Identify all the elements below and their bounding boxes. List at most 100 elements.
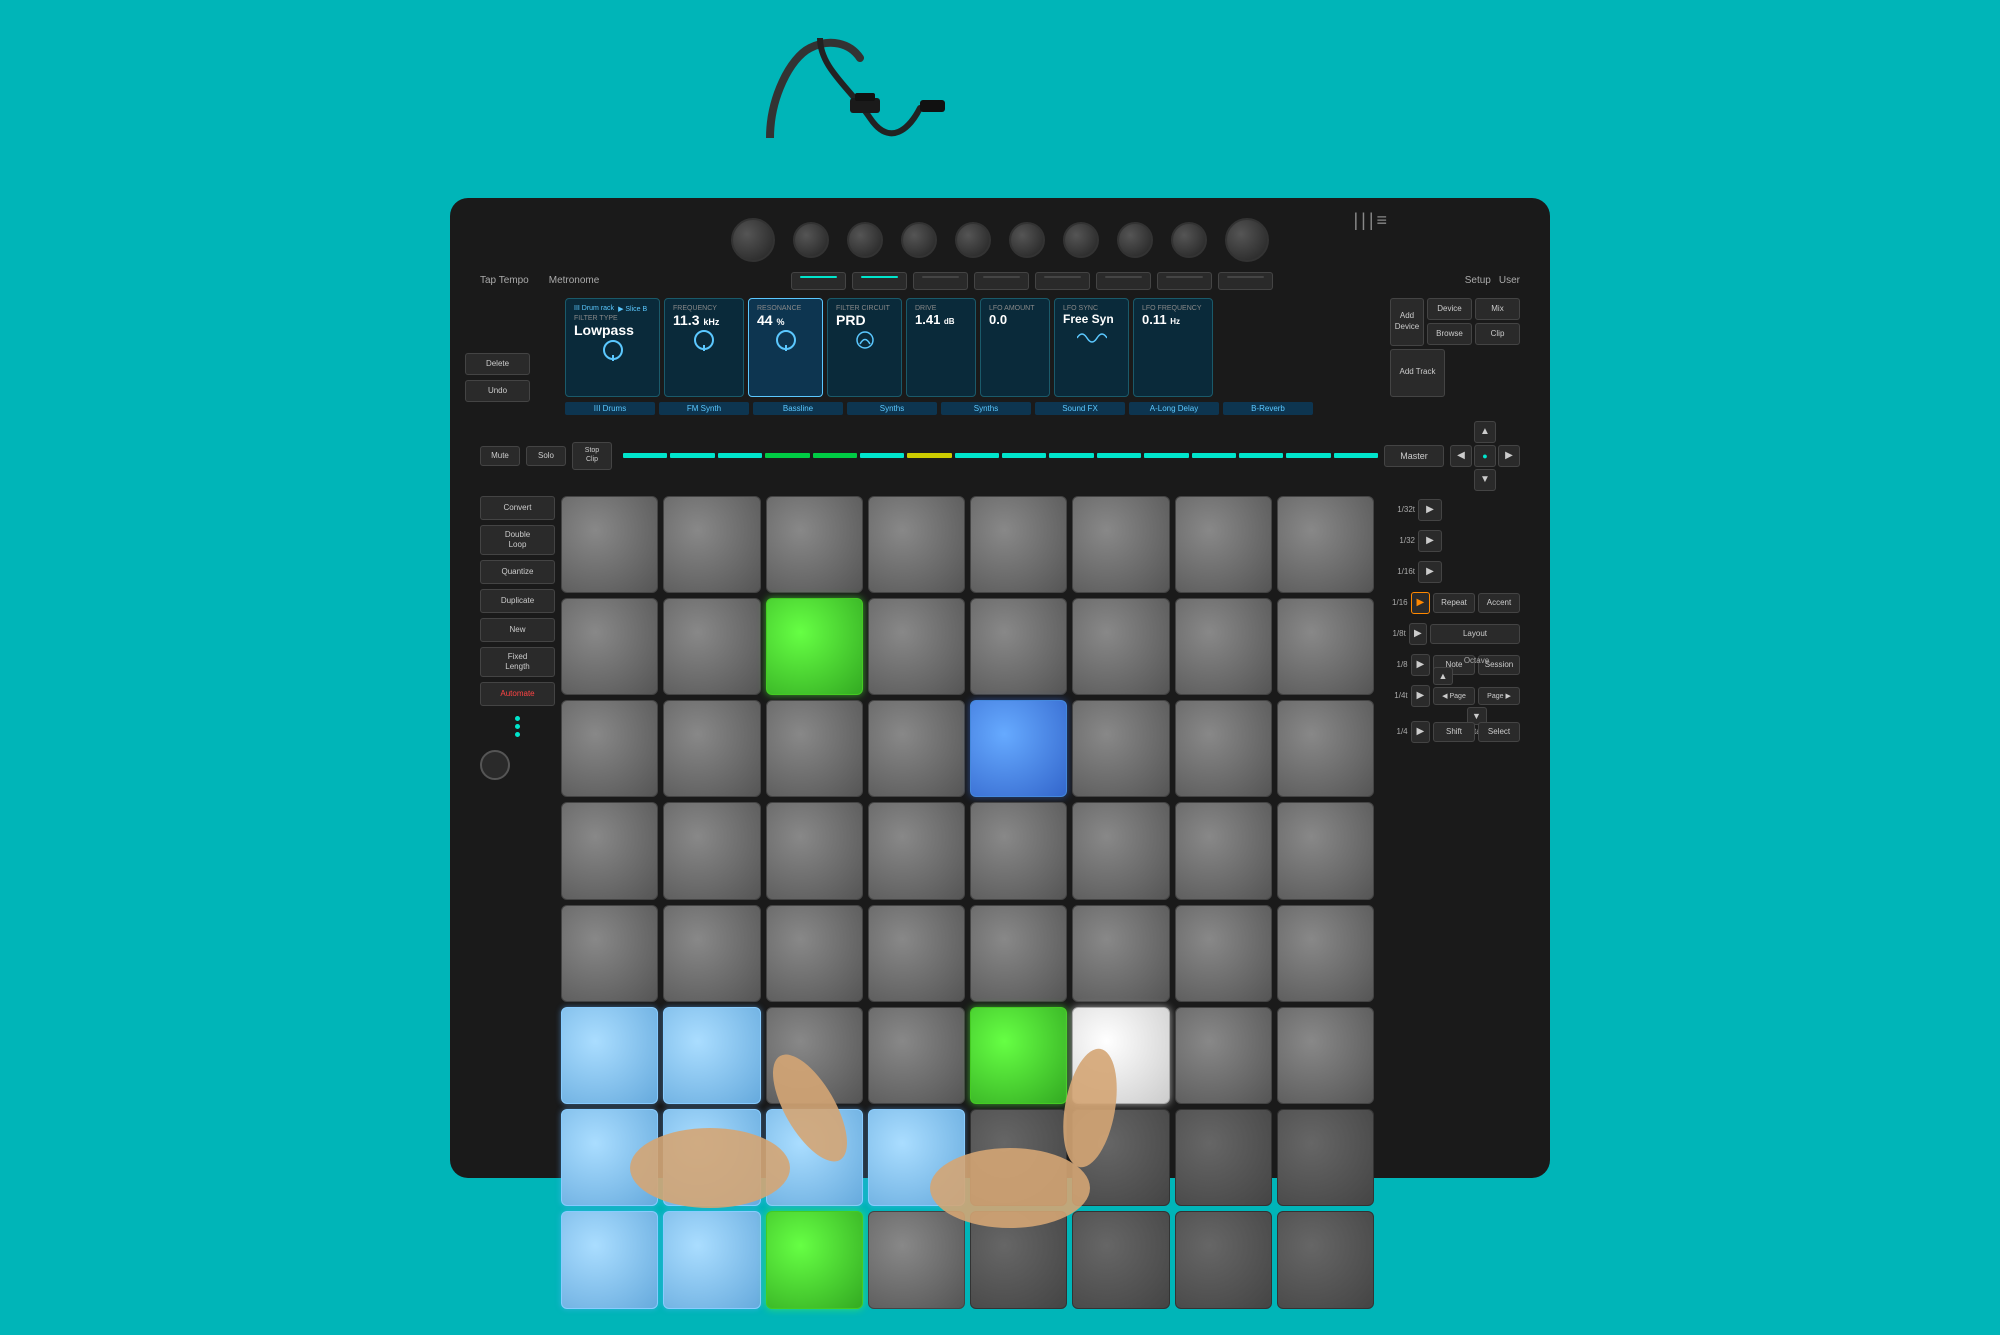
pad-r6-c4[interactable] (970, 1109, 1067, 1206)
master-button[interactable]: Master (1384, 445, 1444, 467)
pad-r2-c0[interactable] (561, 700, 658, 797)
device-button[interactable]: Device (1427, 298, 1472, 320)
select-button[interactable]: Select (1478, 722, 1520, 742)
pad-r6-c2[interactable] (766, 1109, 863, 1206)
knob-7[interactable] (1117, 222, 1153, 258)
pad-r0-c2[interactable] (766, 496, 863, 593)
pad-r4-c1[interactable] (663, 905, 760, 1002)
pad-r7-c1[interactable] (663, 1211, 760, 1308)
convert-button[interactable]: Convert (480, 496, 555, 520)
pad-r2-c3[interactable] (868, 700, 965, 797)
pad-r4-c2[interactable] (766, 905, 863, 1002)
transport-btn-7[interactable] (1157, 272, 1212, 290)
clip-button[interactable]: Clip (1475, 323, 1520, 345)
pad-r4-c3[interactable] (868, 905, 965, 1002)
knob-2[interactable] (847, 222, 883, 258)
pad-r1-c3[interactable] (868, 598, 965, 695)
nav-center[interactable]: ● (1474, 445, 1496, 467)
pad-r2-c1[interactable] (663, 700, 760, 797)
right-master-knob[interactable] (1225, 218, 1269, 262)
new-button[interactable]: New (480, 618, 555, 642)
nav-left[interactable]: ◀ (1450, 445, 1472, 467)
solo-button[interactable]: Solo (526, 446, 566, 466)
pad-r2-c6[interactable] (1175, 700, 1272, 797)
pad-r2-c4[interactable] (970, 700, 1067, 797)
pad-r1-c5[interactable] (1072, 598, 1169, 695)
octave-up-button[interactable]: ▲ (1433, 667, 1453, 685)
pad-r7-c2[interactable] (766, 1211, 863, 1308)
mute-button[interactable]: Mute (480, 446, 520, 466)
knob-6[interactable] (1063, 222, 1099, 258)
pad-r5-c4[interactable] (970, 1007, 1067, 1104)
pad-r4-c4[interactable] (970, 905, 1067, 1002)
pad-r6-c1[interactable] (663, 1109, 760, 1206)
pad-r6-c6[interactable] (1175, 1109, 1272, 1206)
pad-r4-c0[interactable] (561, 905, 658, 1002)
pad-r0-c7[interactable] (1277, 496, 1374, 593)
pad-r5-c6[interactable] (1175, 1007, 1272, 1104)
pad-r0-c3[interactable] (868, 496, 965, 593)
pad-r1-c6[interactable] (1175, 598, 1272, 695)
transport-btn-8[interactable] (1218, 272, 1273, 290)
knob-1[interactable] (793, 222, 829, 258)
quantize-button[interactable]: Quantize (480, 560, 555, 584)
nav-up[interactable]: ▲ (1474, 421, 1496, 443)
scene-1-32-button[interactable]: ▶ (1418, 530, 1442, 552)
fixed-length-button[interactable]: FixedLength (480, 647, 555, 677)
knob-5[interactable] (1009, 222, 1045, 258)
pad-r3-c0[interactable] (561, 802, 658, 899)
delete-button[interactable]: Delete (465, 353, 530, 375)
scene-1-16t-button[interactable]: ▶ (1418, 561, 1442, 583)
transport-btn-3[interactable] (913, 272, 968, 290)
add-track-button[interactable]: Add Track (1390, 349, 1445, 397)
pad-r6-c7[interactable] (1277, 1109, 1374, 1206)
pad-r1-c4[interactable] (970, 598, 1067, 695)
pad-r3-c7[interactable] (1277, 802, 1374, 899)
scene-1-4t-button[interactable]: ▶ (1411, 685, 1430, 707)
pad-r6-c3[interactable] (868, 1109, 965, 1206)
pad-r5-c0[interactable] (561, 1007, 658, 1104)
scene-1-32t-button[interactable]: ▶ (1418, 499, 1442, 521)
browse-button[interactable]: Browse (1427, 323, 1472, 345)
transport-btn-4[interactable] (974, 272, 1029, 290)
pad-r1-c2[interactable] (766, 598, 863, 695)
mix-button[interactable]: Mix (1475, 298, 1520, 320)
pad-r3-c2[interactable] (766, 802, 863, 899)
scene-1-16-button[interactable]: ▶ (1411, 592, 1430, 614)
pad-r2-c7[interactable] (1277, 700, 1374, 797)
pad-r7-c6[interactable] (1175, 1211, 1272, 1308)
pad-r5-c5[interactable] (1072, 1007, 1169, 1104)
pad-r2-c5[interactable] (1072, 700, 1169, 797)
pad-r7-c3[interactable] (868, 1211, 965, 1308)
duplicate-button[interactable]: Duplicate (480, 589, 555, 613)
repeat-button[interactable]: Repeat (1433, 593, 1475, 613)
master-knob[interactable] (731, 218, 775, 262)
pad-r4-c7[interactable] (1277, 905, 1374, 1002)
pad-r5-c1[interactable] (663, 1007, 760, 1104)
pad-r0-c1[interactable] (663, 496, 760, 593)
pad-r0-c0[interactable] (561, 496, 658, 593)
page-left-button[interactable]: ◀ Page (1433, 687, 1475, 705)
pad-r7-c7[interactable] (1277, 1211, 1374, 1308)
pad-r5-c3[interactable] (868, 1007, 965, 1104)
pad-r6-c0[interactable] (561, 1109, 658, 1206)
add-device-button[interactable]: Add Device (1390, 298, 1424, 346)
pad-r3-c4[interactable] (970, 802, 1067, 899)
pad-r7-c5[interactable] (1072, 1211, 1169, 1308)
pad-r0-c5[interactable] (1072, 496, 1169, 593)
page-right-button[interactable]: Page ▶ (1478, 687, 1520, 705)
scene-1-8-button[interactable]: ▶ (1411, 654, 1430, 676)
knob-4[interactable] (955, 222, 991, 258)
stop-clip-button[interactable]: StopClip (572, 442, 612, 470)
transport-btn-5[interactable] (1035, 272, 1090, 290)
pad-r3-c3[interactable] (868, 802, 965, 899)
accent-button[interactable]: Accent (1478, 593, 1520, 613)
nav-down[interactable]: ▼ (1474, 469, 1496, 491)
pad-r3-c5[interactable] (1072, 802, 1169, 899)
pad-r1-c0[interactable] (561, 598, 658, 695)
pad-r5-c7[interactable] (1277, 1007, 1374, 1104)
pad-r0-c6[interactable] (1175, 496, 1272, 593)
layout-button[interactable]: Layout (1430, 624, 1520, 644)
pad-r4-c5[interactable] (1072, 905, 1169, 1002)
double-loop-button[interactable]: DoubleLoop (480, 525, 555, 555)
